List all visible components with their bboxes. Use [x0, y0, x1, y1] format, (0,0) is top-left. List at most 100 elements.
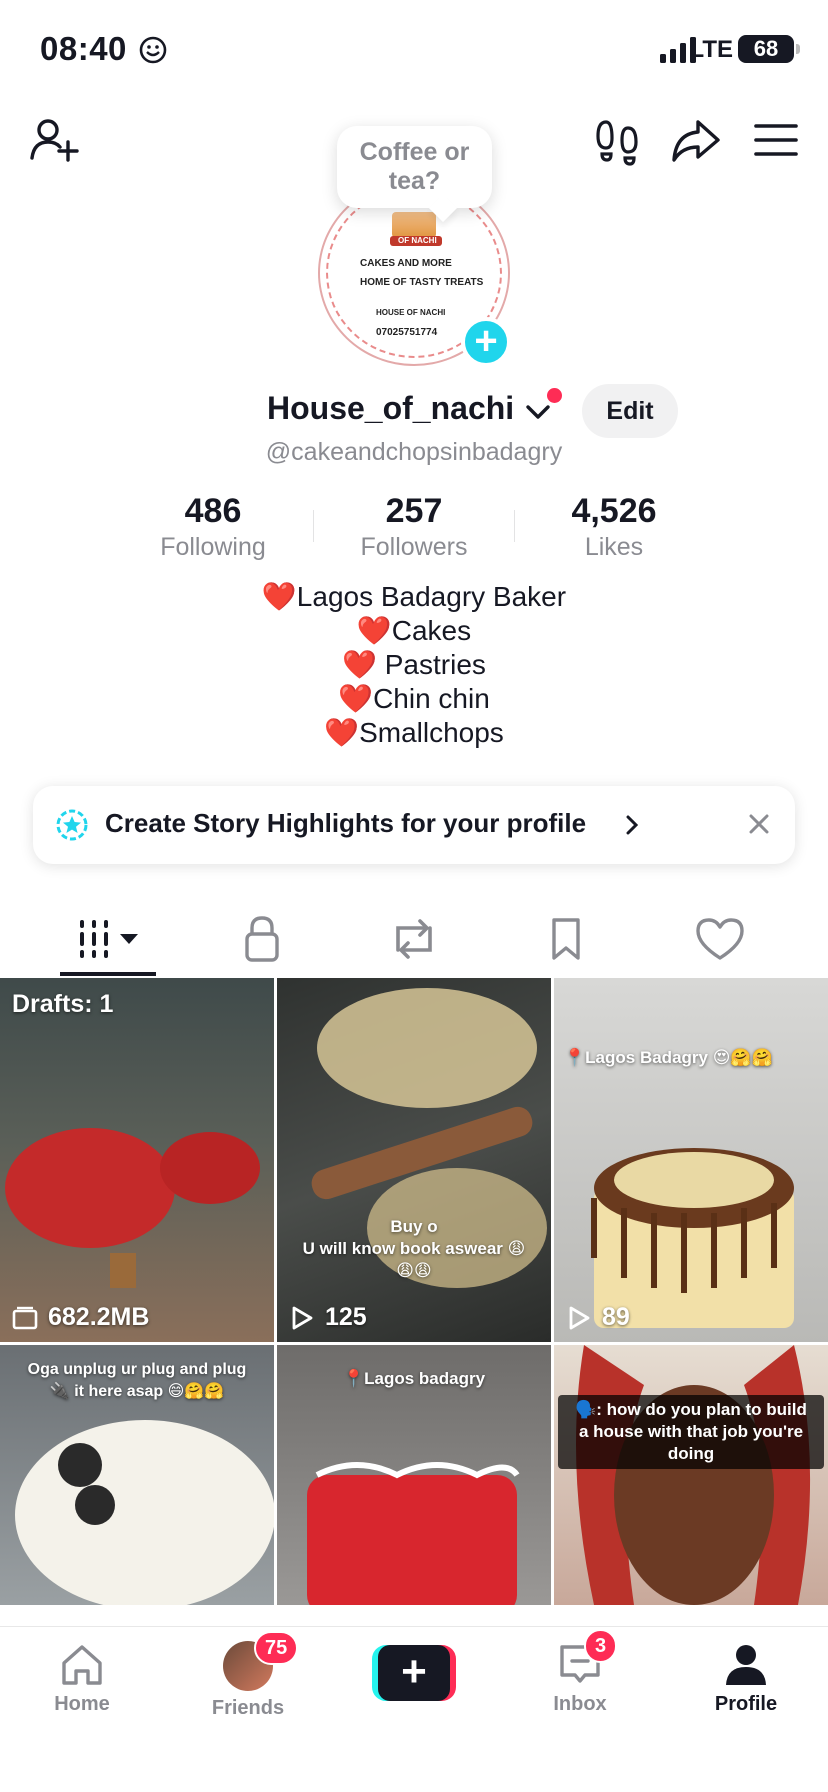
video-caption: Oga unplug ur plug and plug 🔌 it here as… — [27, 1361, 247, 1400]
stat-value: 486 — [184, 492, 242, 530]
profile-handle: @cakeandchopsinbadagry — [265, 438, 563, 466]
bio-text: Cakes — [391, 615, 472, 646]
stat-value: 4,526 — [571, 492, 657, 530]
grid-icon — [80, 920, 138, 958]
star-circle-icon — [56, 809, 88, 841]
heart-icon: ❤️ — [324, 717, 360, 748]
network-type: LTE — [689, 36, 733, 63]
stat-label: Followers — [360, 533, 468, 561]
bio-line: ❤️Smallchops — [0, 716, 828, 750]
profile-icon — [726, 1645, 766, 1685]
status-time: 08:40 — [40, 30, 127, 67]
video-caption: Buy o U will know book aswear 😩 😩😩 — [302, 1217, 526, 1280]
heart-icon: ❤️ — [342, 649, 377, 680]
bio-line: ❤️ Pastries — [0, 648, 828, 682]
person-image — [576, 1345, 811, 1605]
view-count-text: 125 — [325, 1303, 367, 1331]
smiley-icon — [139, 36, 167, 64]
location-caption: 📍Lagos badagry — [342, 1369, 486, 1388]
heart-outline-icon — [696, 918, 744, 960]
view-count-text: 89 — [602, 1303, 630, 1331]
tab-liked[interactable] — [690, 914, 750, 964]
profile-bio: ❤️Lagos Badagry Baker ❤️Cakes ❤️ Pastrie… — [0, 580, 828, 750]
add-avatar-button[interactable]: + — [461, 317, 511, 367]
tab-private[interactable] — [232, 914, 292, 964]
battery-indicator: 68 — [738, 35, 800, 63]
profile-name: House_of_nachi — [267, 390, 515, 426]
avatar-text: 07025751774 — [376, 327, 438, 338]
avatar-text: HOUSE OF NACHI — [376, 308, 446, 317]
video-tile[interactable]: Oga unplug ur plug and plug 🔌 it here as… — [0, 1345, 274, 1605]
stat-followers[interactable]: 257 Followers — [314, 492, 514, 562]
menu-icon[interactable] — [748, 112, 804, 168]
chevron-down-icon[interactable] — [524, 398, 552, 426]
edit-profile-button[interactable]: Edit — [582, 384, 678, 438]
plus-icon: + — [378, 1645, 450, 1701]
view-count: 125 — [289, 1303, 367, 1332]
close-icon[interactable] — [745, 810, 773, 838]
location-caption: 📍Lagos Badagry 😍🤗🤗 — [564, 1048, 773, 1067]
stat-label: Likes — [584, 533, 644, 561]
active-tab-indicator — [60, 972, 156, 976]
red-cake-image — [307, 1462, 520, 1605]
chevron-right-icon — [626, 815, 639, 835]
bio-text: Lagos Badagry Baker — [296, 581, 567, 612]
tab-reposts[interactable] — [384, 914, 444, 964]
video-tile[interactable]: Buy o U will know book aswear 😩 😩😩 125 — [277, 978, 551, 1342]
status-bar: 08:40 LTE 68 — [0, 0, 828, 100]
drafts-icon — [12, 1306, 38, 1330]
share-icon[interactable] — [668, 112, 724, 168]
heart-icon: ❤️ — [338, 683, 374, 714]
add-friend-icon[interactable] — [26, 112, 82, 168]
avatar-text: OF NACHI — [398, 236, 437, 245]
cake-logo-icon — [392, 212, 436, 238]
bookmark-icon — [552, 918, 580, 960]
nav-friends[interactable]: Friends 75 — [188, 1631, 308, 1720]
nav-profile[interactable]: Profile — [686, 1641, 806, 1716]
heart-icon: ❤️ — [356, 615, 392, 646]
stat-following[interactable]: 486 Following — [113, 492, 313, 562]
bio-text: Smallchops — [359, 717, 504, 748]
profile-tabs — [0, 900, 828, 980]
story-highlights-card[interactable]: Create Story Highlights for your profile — [33, 786, 795, 864]
status-bubble[interactable]: Coffee or tea? — [337, 126, 492, 208]
video-tile[interactable]: 📍Lagos Badagry 😍🤗🤗 89 — [554, 978, 828, 1342]
video-caption: 🗣️: how do you plan to build a house wit… — [558, 1395, 824, 1469]
drafts-label: Drafts: 1 — [12, 990, 114, 1018]
inbox-badge: 3 — [584, 1629, 618, 1663]
repost-icon — [396, 919, 432, 959]
nav-home[interactable]: Home — [22, 1641, 142, 1716]
home-icon — [62, 1645, 102, 1685]
bio-line: ❤️Lagos Badagry Baker — [0, 580, 828, 614]
friends-badge: 75 — [254, 1631, 299, 1665]
avatar-text: HOME OF TASTY TREATS — [360, 277, 484, 288]
draft-tile[interactable]: Drafts: 1 682.2MB — [0, 978, 274, 1342]
bio-text: Pastries — [376, 649, 486, 680]
white-cake-image — [15, 1420, 274, 1605]
bio-line: ❤️Chin chin — [0, 682, 828, 716]
nav-inbox[interactable]: Inbox 3 — [520, 1629, 640, 1716]
footprints-icon[interactable] — [590, 112, 646, 168]
heart-icon: ❤️ — [261, 581, 297, 612]
create-button[interactable]: + — [372, 1645, 456, 1701]
video-tile[interactable]: 🗣️: how do you plan to build a house wit… — [554, 1345, 828, 1605]
tab-videos[interactable] — [78, 914, 144, 964]
stat-likes[interactable]: 4,526 Likes — [514, 492, 714, 562]
view-count: 89 — [566, 1303, 630, 1332]
draft-size-text: 682.2MB — [48, 1303, 150, 1331]
video-tile[interactable]: 📍Lagos badagry — [277, 1345, 551, 1605]
avatar-text: CAKES AND MORE — [360, 258, 452, 269]
story-highlights-text: Create Story Highlights for your profile — [105, 808, 587, 838]
stat-label: Following — [160, 533, 266, 561]
lock-icon — [245, 916, 279, 962]
draft-size: 682.2MB — [12, 1303, 149, 1332]
nav-label: Home — [54, 1693, 110, 1715]
bottom-navigation: Home Friends 75 + Inbox 3 Profile — [0, 1626, 828, 1792]
chin-chin-image — [311, 988, 547, 1288]
play-icon — [292, 1306, 313, 1330]
nav-label: Friends — [211, 1697, 285, 1719]
stat-value: 257 — [385, 492, 443, 530]
tab-favorites[interactable] — [536, 914, 596, 964]
nav-label: Inbox — [553, 1693, 607, 1715]
bio-text: Chin chin — [373, 683, 490, 714]
